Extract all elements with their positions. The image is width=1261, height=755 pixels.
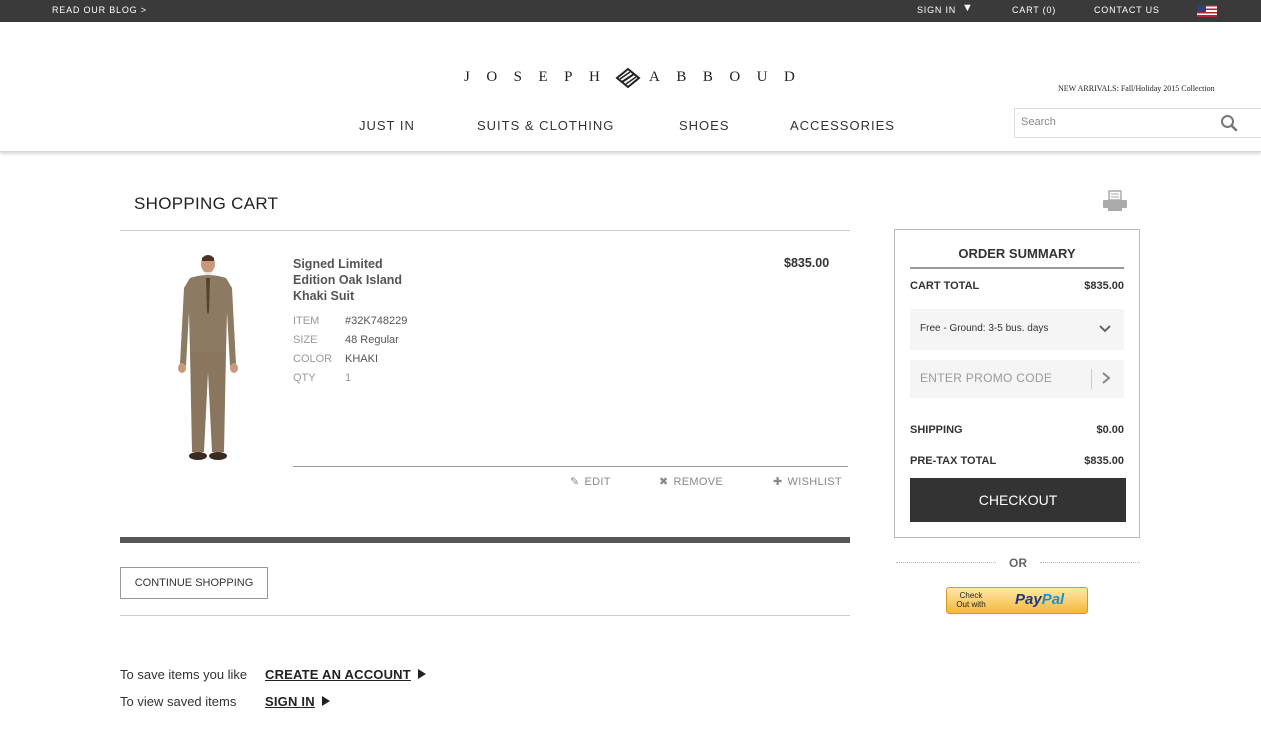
nav-shoes[interactable]: SHOES [679, 118, 730, 133]
page: READ OUR BLOG > SIGN IN ▼ CART (0) CONTA… [0, 0, 1261, 755]
checkout-button[interactable]: CHECKOUT [910, 478, 1126, 522]
logo-diamond-icon [615, 67, 641, 89]
logo-right-text: ABBOUD [649, 69, 812, 85]
save-items-text: To save items you like [120, 667, 248, 682]
shipping-label: SHIPPING [910, 424, 963, 436]
plus-icon: ✚ [773, 476, 783, 488]
order-summary: ORDER SUMMARY CART TOTAL $835.00 Free - … [894, 229, 1140, 538]
chevron-right-icon[interactable] [1100, 371, 1112, 385]
contact-link[interactable]: CONTACT US [1094, 5, 1160, 15]
wishlist-label: WISHLIST [787, 476, 842, 488]
signin-link[interactable]: SIGN IN [917, 5, 956, 15]
cart-total-label: CART TOTAL [910, 280, 980, 292]
paypal-logo: PayPal [1015, 591, 1064, 608]
remove-button[interactable]: ✖ REMOVE [659, 475, 723, 488]
shipping-method-select[interactable]: Free - Ground: 3-5 bus. days [910, 309, 1124, 350]
create-account-link[interactable]: CREATE AN ACCOUNT [265, 667, 426, 682]
promo-divider [1091, 369, 1092, 389]
pretax-value: $835.00 [1084, 455, 1124, 467]
promo-code-input[interactable] [920, 371, 1080, 385]
arrow-right-icon [417, 669, 426, 679]
promo-code-box [910, 360, 1124, 398]
pretax-row: PRE-TAX TOTAL $835.00 [910, 455, 1124, 467]
edit-button[interactable]: ✎ EDIT [570, 475, 611, 488]
shipping-value: $0.00 [1096, 424, 1124, 436]
summary-divider [910, 267, 1124, 269]
caret-down-icon[interactable]: ▼ [962, 2, 974, 14]
product-image[interactable] [160, 252, 256, 464]
product-name[interactable]: Signed Limited Edition Oak Island Khaki … [293, 256, 423, 304]
brand-logo[interactable]: JOSEPH ABBOUD [464, 67, 795, 91]
site-header: JOSEPH ABBOUD NEW ARRIVALS: Fall/Holiday… [0, 22, 1261, 152]
paypal-small-text: Check Out with [956, 591, 986, 609]
attr-value: KHAKI [345, 353, 379, 365]
attr-color-row: COLOR KHAKI [293, 350, 378, 369]
paypal-checkout-button[interactable]: Check Out with PayPal [946, 587, 1088, 614]
new-arrivals-link[interactable]: NEW ARRIVALS: Fall/Holiday 2015 Collecti… [1058, 84, 1215, 93]
nav-suits-clothing[interactable]: SUITS & CLOTHING [477, 118, 614, 133]
arrow-right-icon [321, 696, 330, 706]
paypal-logo-pay: Pay [1015, 591, 1042, 608]
attr-size-row: SIZE 48 Regular [293, 331, 399, 350]
chevron-down-icon [1099, 325, 1111, 333]
page-title: SHOPPING CART [134, 194, 279, 213]
edit-label: EDIT [584, 476, 611, 488]
attr-item-row: ITEM #32K748229 [293, 312, 407, 331]
nav-accessories[interactable]: ACCESSORIES [790, 118, 895, 133]
search-input[interactable] [1021, 116, 1211, 128]
attr-value: 1 [345, 372, 352, 384]
attr-label: QTY [293, 372, 316, 384]
search-icon[interactable] [1220, 114, 1238, 132]
search-box [1014, 108, 1261, 138]
attr-label: COLOR [293, 353, 333, 365]
cart-link[interactable]: CART (0) [1012, 5, 1056, 15]
attr-value: #32K748229 [345, 315, 408, 327]
attr-label: SIZE [293, 334, 318, 346]
nav-just-in[interactable]: JUST IN [359, 118, 415, 133]
pretax-label: PRE-TAX TOTAL [910, 455, 997, 467]
or-label: OR [1009, 556, 1027, 570]
remove-label: REMOVE [673, 476, 724, 488]
paypal-logo-pal: Pal [1041, 591, 1065, 608]
product-price: $835.00 [784, 256, 830, 270]
signin-account-link[interactable]: SIGN IN [265, 694, 330, 709]
attr-label: ITEM [293, 315, 320, 327]
us-flag-icon[interactable] [1197, 5, 1217, 17]
top-bar: READ OUR BLOG > SIGN IN ▼ CART (0) CONTA… [0, 0, 1261, 22]
item-divider [293, 466, 848, 467]
create-account-label: CREATE AN ACCOUNT [265, 667, 411, 682]
pencil-icon: ✎ [570, 476, 580, 488]
attr-value: 48 Regular [345, 334, 399, 346]
summary-title: ORDER SUMMARY [958, 246, 1076, 261]
cart-total-value: $835.00 [1084, 280, 1124, 292]
cart-total-row: CART TOTAL $835.00 [910, 280, 1124, 292]
print-icon[interactable] [1102, 190, 1128, 212]
divider [120, 615, 850, 616]
close-icon: ✖ [659, 476, 669, 488]
or-separator: OR [896, 556, 1140, 570]
attr-qty-row: QTY 1 [293, 369, 351, 388]
shipping-row: SHIPPING $0.00 [910, 424, 1124, 436]
divider [120, 230, 850, 231]
blog-link[interactable]: READ OUR BLOG > [52, 5, 147, 15]
logo-left-text: JOSEPH [464, 69, 617, 85]
shipping-method-value: Free - Ground: 3-5 bus. days [920, 323, 1049, 334]
cart-end-bar [120, 537, 850, 543]
wishlist-button[interactable]: ✚ WISHLIST [773, 475, 842, 488]
signin-label: SIGN IN [265, 694, 315, 709]
continue-shopping-button[interactable]: CONTINUE SHOPPING [120, 567, 268, 599]
view-items-text: To view saved items [120, 694, 237, 709]
